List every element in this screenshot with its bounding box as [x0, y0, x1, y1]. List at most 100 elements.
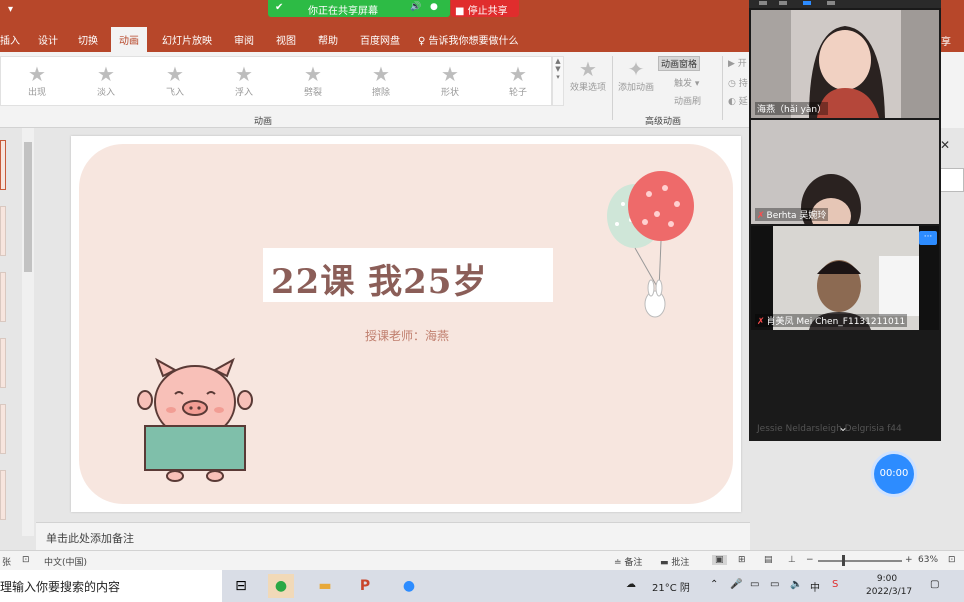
- audio-icon[interactable]: 🔊: [410, 2, 421, 12]
- panel-control[interactable]: [759, 1, 767, 5]
- zoom-video-panel: 海燕（hǎi yàn） ✗ Berhta 吴婉玲 ✗ 肖美凤 Mei Chen_F1…: [749, 0, 941, 441]
- zoom-out-icon[interactable]: −: [806, 555, 814, 565]
- anim-split[interactable]: ★ 劈裂: [288, 63, 338, 98]
- trigger-button[interactable]: 触发 ▾: [674, 76, 699, 89]
- close-icon[interactable]: ✕: [940, 138, 950, 152]
- accessibility-icon[interactable]: ⊡: [22, 555, 30, 565]
- tab-review[interactable]: 审阅: [234, 32, 254, 47]
- zoom-app-icon[interactable]: ●: [396, 574, 422, 598]
- anim-fly-in[interactable]: ★ 飞入: [150, 63, 200, 98]
- chevron-down-icon[interactable]: ⌄: [838, 420, 848, 434]
- slide-thumbnail[interactable]: [0, 404, 6, 454]
- slide-sorter-icon[interactable]: ⊞: [738, 555, 746, 565]
- sogou-ime-icon[interactable]: S: [832, 579, 838, 590]
- slide-canvas[interactable]: 22课 我25岁 授课老师：海燕: [71, 136, 741, 512]
- slide-thumbnail[interactable]: [0, 338, 6, 388]
- tab-animations[interactable]: 动画: [111, 27, 147, 52]
- anim-shape[interactable]: ★ 形状: [425, 63, 475, 98]
- ime-indicator[interactable]: 中: [810, 579, 820, 594]
- language-indicator[interactable]: 中文(中国): [44, 555, 87, 568]
- duration-option[interactable]: ◷ 持: [728, 76, 748, 89]
- recording-timer[interactable]: 00:00: [874, 454, 914, 494]
- file-explorer-icon[interactable]: ▬: [312, 574, 338, 598]
- weather-label[interactable]: 21°C 阴: [652, 579, 690, 594]
- tab-design[interactable]: 设计: [38, 32, 58, 47]
- slide-thumbnail[interactable]: [0, 140, 6, 190]
- slide-thumbnail[interactable]: [0, 272, 6, 322]
- panel-drag-bar[interactable]: [749, 0, 941, 8]
- more-options-button[interactable]: ···: [919, 231, 937, 245]
- notes-toggle[interactable]: ≐ 备注: [614, 555, 642, 568]
- share-status-label: 你正在共享屏幕: [308, 6, 378, 17]
- notes-toggle-label: 备注: [624, 558, 643, 568]
- comments-toggle[interactable]: ▬ 批注: [660, 555, 689, 568]
- add-animation-button[interactable]: ✦ 添加动画: [614, 58, 658, 93]
- tab-view[interactable]: 视图: [276, 32, 296, 47]
- star-icon: ★: [509, 62, 527, 86]
- anim-wipe[interactable]: ★ 擦除: [356, 63, 406, 98]
- anim-appear[interactable]: ★ 出现: [12, 63, 62, 98]
- thumbnail-scrollbar[interactable]: [22, 128, 34, 536]
- delay-option[interactable]: ◐ 延: [728, 94, 748, 107]
- slide-count: 张: [2, 558, 12, 568]
- security-shield-icon[interactable]: ●: [430, 2, 438, 12]
- normal-view-icon[interactable]: ▣: [712, 555, 727, 565]
- animation-pane-button[interactable]: 动画窗格: [658, 56, 701, 71]
- slideshow-view-icon[interactable]: ⊥: [788, 555, 796, 565]
- participant-video[interactable]: 海燕（hǎi yàn）: [751, 10, 939, 118]
- powerpoint-icon[interactable]: P: [352, 574, 378, 598]
- group-separator: [722, 56, 723, 120]
- notes-icon: ≐: [614, 558, 625, 568]
- teacher-subtitle: 授课老师：海燕: [365, 329, 450, 343]
- network-icon[interactable]: ▭: [770, 579, 779, 590]
- taskbar-search-input[interactable]: 理输入你要搜索的内容: [0, 570, 222, 602]
- anim-fade[interactable]: ★ 淡入: [81, 63, 131, 98]
- notification-icon[interactable]: ▢: [930, 579, 939, 590]
- zoom-in-icon[interactable]: +: [905, 555, 913, 565]
- fit-slide-icon[interactable]: ⊡: [948, 555, 956, 565]
- notes-pane[interactable]: 单击此处添加备注: [36, 522, 786, 550]
- star-icon: ★: [372, 62, 390, 86]
- tab-slideshow[interactable]: 幻灯片放映: [162, 32, 212, 47]
- anim-wheel-label: 轮子: [508, 88, 527, 98]
- animation-painter-button[interactable]: 动画刷: [674, 94, 701, 107]
- zoom-slider-handle[interactable]: [842, 555, 845, 566]
- start-label: 开: [737, 59, 747, 69]
- tab-share[interactable]: 享: [941, 33, 951, 48]
- reading-view-icon[interactable]: ▤: [764, 555, 773, 565]
- start-option[interactable]: ▶ 开: [728, 56, 747, 69]
- slide-thumbnail[interactable]: [0, 206, 6, 256]
- side-panel-button[interactable]: [940, 168, 964, 192]
- tab-help[interactable]: 帮助: [318, 32, 338, 47]
- microphone-icon[interactable]: 🎤: [730, 579, 742, 590]
- anim-wheel[interactable]: ★ 轮子: [493, 63, 543, 98]
- effect-options-button[interactable]: ★ 效果选项: [566, 58, 610, 93]
- anim-float-in[interactable]: ★ 浮入: [219, 63, 269, 98]
- tray-expand-icon[interactable]: ⌃: [710, 579, 718, 590]
- gallery-scroll[interactable]: ▲ ▼ ▾: [552, 56, 564, 106]
- tell-me-label: 告诉我你想要做什么: [428, 36, 519, 47]
- zoom-level[interactable]: 63%: [918, 555, 938, 565]
- taskbar-clock[interactable]: 9:00 2022/3/17: [866, 573, 912, 599]
- volume-icon[interactable]: 🔈: [790, 579, 802, 590]
- panel-control[interactable]: [803, 1, 811, 5]
- tab-baidu-netdisk[interactable]: 百度网盘: [360, 32, 400, 47]
- slide-thumbnail[interactable]: [0, 470, 6, 520]
- tell-me-search[interactable]: ♀ 告诉我你想要做什么: [418, 32, 519, 47]
- camera-icon[interactable]: ▭: [750, 579, 759, 590]
- panel-control[interactable]: [779, 1, 787, 5]
- zoom-slider[interactable]: [818, 560, 902, 562]
- participant-video[interactable]: ✗ Berhta 吴婉玲: [751, 120, 939, 224]
- scroll-thumb[interactable]: [24, 142, 32, 272]
- title-textbox[interactable]: 22课 我25岁: [263, 248, 553, 302]
- tab-insert[interactable]: 插入: [0, 32, 20, 47]
- task-view-icon[interactable]: ⊟: [228, 574, 254, 598]
- weather-icon[interactable]: ☁: [626, 579, 636, 590]
- screen-share-banner[interactable]: ✔ 你正在共享屏幕 🔊 ●: [268, 0, 450, 17]
- participant-video[interactable]: ✗ 肖美凤 Mei Chen_F1131211011: [751, 226, 939, 330]
- wechat-icon[interactable]: ●: [268, 574, 294, 598]
- panel-control[interactable]: [827, 1, 835, 5]
- quick-access-dropdown-icon[interactable]: ▾: [8, 4, 13, 15]
- tab-transitions[interactable]: 切换: [78, 32, 98, 47]
- stop-share-button[interactable]: ■ 停止共享: [451, 0, 519, 17]
